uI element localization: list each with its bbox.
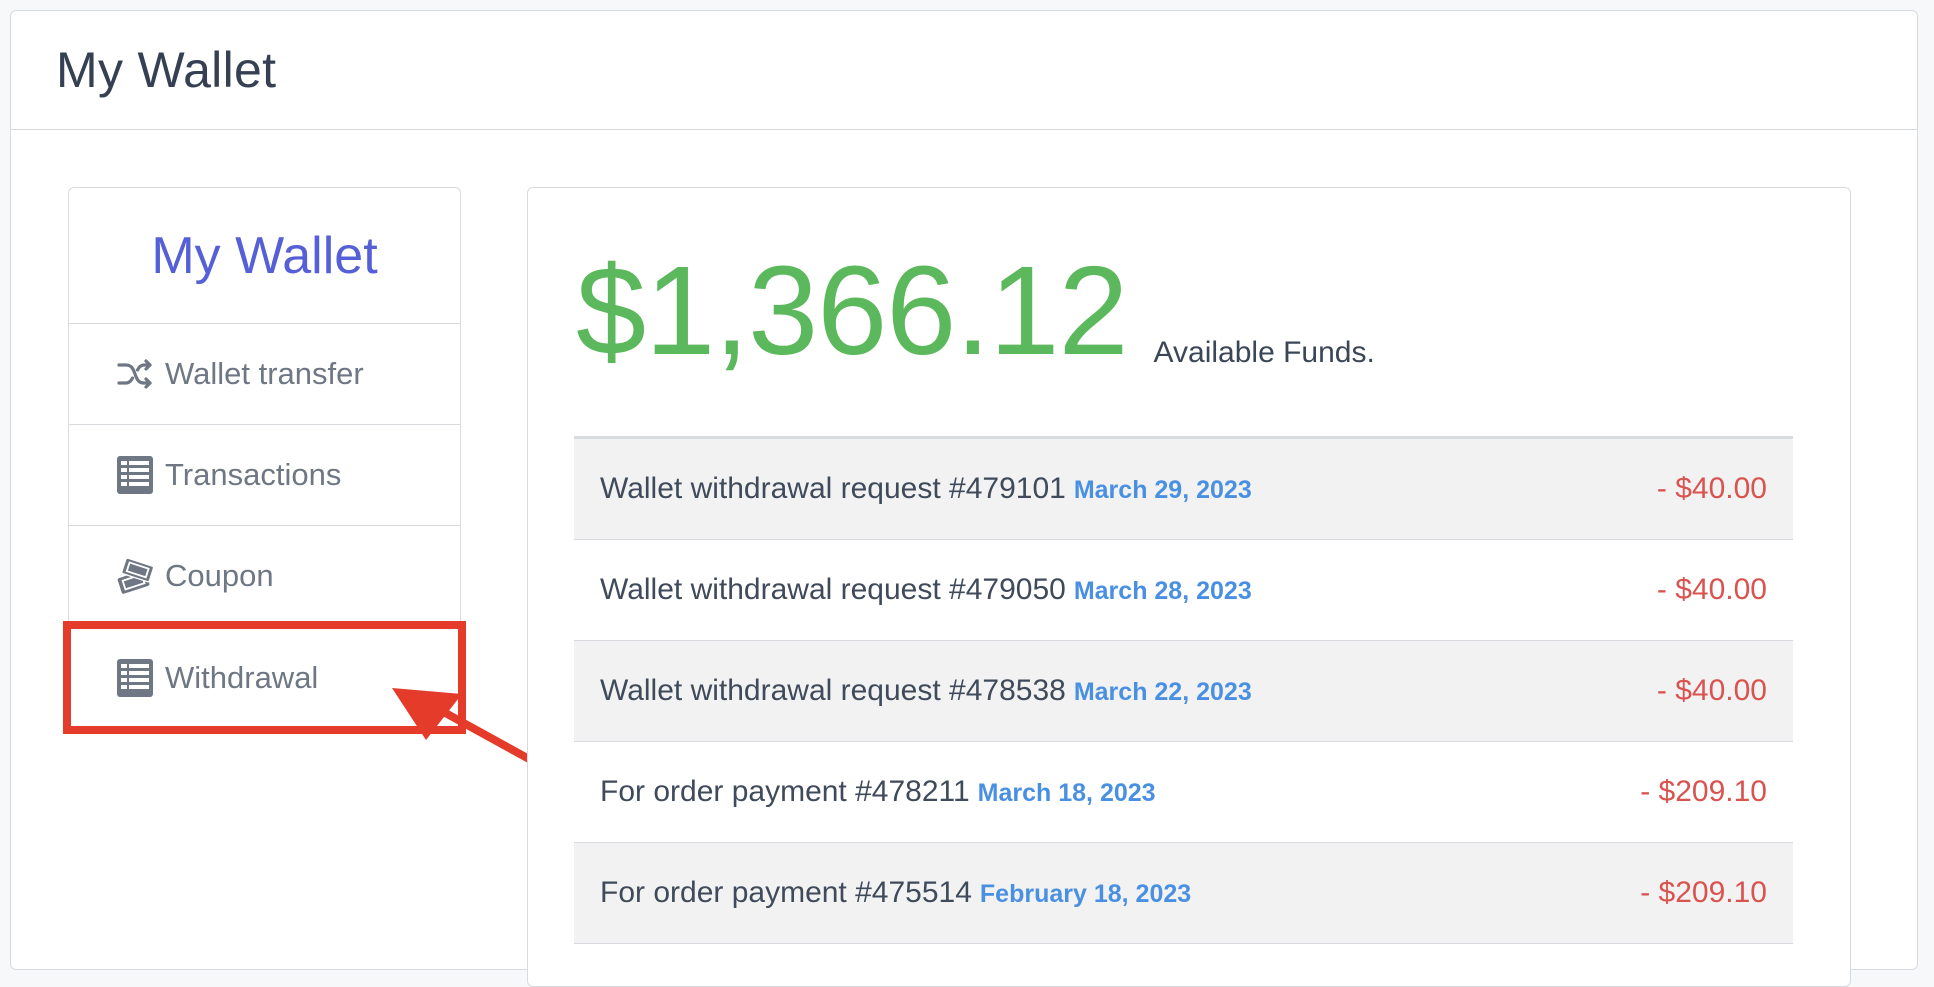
balance-label: Available Funds. [1153,336,1375,369]
list-icon [115,658,155,698]
transaction-description: Wallet withdrawal request #479101 March 2… [600,472,1252,506]
ticket-icon [115,556,155,596]
table-row: For order payment #475514 February 18, 20… [574,843,1793,944]
balance-summary: $1,366.12 Available Funds. [576,248,1375,374]
transaction-date: March 18, 2023 [977,779,1156,807]
sidebar-item-withdrawal[interactable]: Withdrawal [63,621,466,734]
page-header: My Wallet [11,11,1917,130]
sidebar-item-label: Withdrawal [165,659,319,695]
transaction-title: Wallet withdrawal request #479101 [600,472,1066,505]
sidebar-title: My Wallet [151,226,378,285]
table-row: Wallet withdrawal request #479050 March 2… [574,540,1793,641]
transaction-title: Wallet withdrawal request #478538 [600,674,1066,707]
sidebar-header: My Wallet [69,188,460,324]
transaction-date: March 22, 2023 [1073,678,1252,706]
balance-amount: $1,366.12 [576,240,1129,381]
table-row: Wallet withdrawal request #479101 March 2… [574,439,1793,540]
transaction-amount: - $40.00 [1656,573,1767,606]
transaction-description: Wallet withdrawal request #479050 March 2… [600,573,1252,607]
shuffle-icon [115,354,155,394]
sidebar-item-coupon[interactable]: Coupon [69,526,460,627]
list-icon [115,455,155,495]
transaction-date: February 18, 2023 [979,880,1192,908]
sidebar-item-label: Coupon [165,558,274,593]
wallet-main-panel: $1,366.12 Available Funds. Wallet withdr… [527,187,1851,987]
page-title: My Wallet [56,42,277,98]
sidebar-item-wallet-transfer[interactable]: Wallet transfer [69,324,460,425]
sidebar-item-label: Transactions [165,457,342,492]
wallet-sidebar: My Wallet Wallet transfer Transactions C… [63,187,466,734]
transactions-table: Wallet withdrawal request #479101 March 2… [574,436,1793,944]
transaction-title: For order payment #478211 [600,775,970,808]
transaction-title: Wallet withdrawal request #479050 [600,573,1066,606]
transaction-description: For order payment #478211 March 18, 2023 [600,775,1156,809]
transaction-amount: - $209.10 [1640,876,1767,909]
transaction-title: For order payment #475514 [600,876,972,909]
table-row: Wallet withdrawal request #478538 March 2… [574,641,1793,742]
transaction-description: Wallet withdrawal request #478538 March 2… [600,674,1252,708]
transaction-date: March 29, 2023 [1073,476,1252,504]
transaction-description: For order payment #475514 February 18, 20… [600,876,1191,910]
sidebar-item-label: Wallet transfer [165,356,364,391]
sidebar-item-transactions[interactable]: Transactions [69,425,460,526]
table-row: For order payment #478211 March 18, 2023 … [574,742,1793,843]
transaction-amount: - $209.10 [1640,775,1767,808]
transaction-amount: - $40.00 [1656,472,1767,505]
transaction-amount: - $40.00 [1656,674,1767,707]
transaction-date: March 28, 2023 [1073,577,1252,605]
